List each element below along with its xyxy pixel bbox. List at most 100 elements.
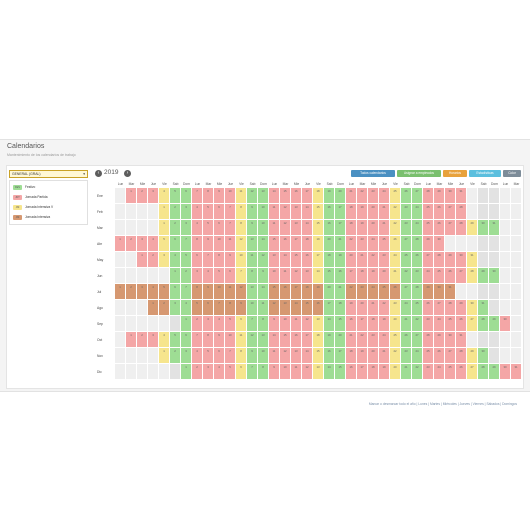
- calendar-day-cell[interactable]: 8: [203, 188, 214, 204]
- calendar-day-cell[interactable]: 6: [225, 268, 236, 284]
- calendar-day-cell[interactable]: 5: [170, 188, 181, 204]
- calendar-day-cell[interactable]: 19: [368, 268, 379, 284]
- calendar-day-cell[interactable]: 28: [445, 300, 456, 316]
- calendar-day-cell[interactable]: 3: [181, 204, 192, 220]
- calendar-day-cell[interactable]: 11: [269, 220, 280, 236]
- calendar-day-cell[interactable]: 18: [346, 348, 357, 364]
- calendar-day-cell[interactable]: 19: [357, 348, 368, 364]
- calendar-day-cell[interactable]: 13: [247, 284, 258, 300]
- calendar-day-cell[interactable]: 19: [335, 252, 346, 268]
- calendar-day-cell[interactable]: 16: [291, 188, 302, 204]
- calendar-day-cell[interactable]: 23: [423, 316, 434, 332]
- calendar-day-cell[interactable]: 21: [335, 236, 346, 252]
- calendar-day-cell[interactable]: 25: [412, 300, 423, 316]
- calendar-day-cell[interactable]: 3: [181, 220, 192, 236]
- calendar-day-cell[interactable]: 28: [478, 316, 489, 332]
- calendar-day-cell[interactable]: 23: [401, 220, 412, 236]
- calendar-day-cell[interactable]: 15: [324, 268, 335, 284]
- calendar-day-cell[interactable]: 27: [445, 220, 456, 236]
- calendar-day-cell[interactable]: 29: [434, 332, 445, 348]
- calendar-day-cell[interactable]: 24: [379, 332, 390, 348]
- calendar-day-cell[interactable]: 3: [148, 332, 159, 348]
- calendar-day-cell[interactable]: 6: [181, 188, 192, 204]
- calendar-day-cell[interactable]: 8: [225, 300, 236, 316]
- calendar-day-cell[interactable]: 13: [258, 188, 269, 204]
- calendar-day-cell[interactable]: 31: [456, 332, 467, 348]
- calendar-day-cell[interactable]: 31: [456, 188, 467, 204]
- calendar-day-cell[interactable]: 25: [434, 268, 445, 284]
- calendar-day-cell[interactable]: 11: [258, 300, 269, 316]
- calendar-day-cell[interactable]: 11: [269, 348, 280, 364]
- calendar-day-cell[interactable]: 12: [280, 348, 291, 364]
- calendar-day-cell[interactable]: 15: [280, 332, 291, 348]
- calendar-day-cell[interactable]: 24: [390, 252, 401, 268]
- calendar-day-cell[interactable]: 27: [412, 332, 423, 348]
- calendar-day-cell[interactable]: 29: [445, 252, 456, 268]
- calendar-day-cell[interactable]: 15: [313, 204, 324, 220]
- calendar-day-cell[interactable]: 22: [412, 316, 423, 332]
- calendar-day-cell[interactable]: 14: [269, 332, 280, 348]
- calendar-day-cell[interactable]: 2: [170, 348, 181, 364]
- calendar-day-cell[interactable]: 9: [214, 332, 225, 348]
- calendar-day-cell[interactable]: 7: [192, 188, 203, 204]
- calendar-day-cell[interactable]: 4: [170, 252, 181, 268]
- calendar-day-cell[interactable]: 12: [258, 252, 269, 268]
- calendar-day-cell[interactable]: 14: [324, 364, 335, 380]
- calendar-day-cell[interactable]: 13: [269, 252, 280, 268]
- calendar-day-cell[interactable]: 30: [478, 220, 489, 236]
- calendar-day-cell[interactable]: 28: [423, 332, 434, 348]
- calendar-day-cell[interactable]: 29: [489, 316, 500, 332]
- calendar-day-cell[interactable]: 13: [280, 300, 291, 316]
- calendar-day-cell[interactable]: 18: [346, 220, 357, 236]
- calendar-day-cell[interactable]: 16: [346, 316, 357, 332]
- calendar-day-cell[interactable]: 13: [291, 220, 302, 236]
- calendar-select[interactable]: GENERAL (GRAL) ▾: [9, 170, 88, 178]
- next-year-button[interactable]: ›: [124, 170, 131, 177]
- calendar-day-cell[interactable]: 4: [148, 236, 159, 252]
- calendar-day-cell[interactable]: 14: [313, 268, 324, 284]
- calendar-day-cell[interactable]: 27: [467, 316, 478, 332]
- calendar-day-cell[interactable]: 2: [192, 316, 203, 332]
- calendar-day-cell[interactable]: 29: [456, 300, 467, 316]
- calendar-day-cell[interactable]: 29: [423, 236, 434, 252]
- calendar-day-cell[interactable]: 24: [412, 220, 423, 236]
- calendar-day-cell[interactable]: 5: [214, 268, 225, 284]
- calendar-day-cell[interactable]: 20: [346, 252, 357, 268]
- calendar-day-cell[interactable]: 4: [181, 300, 192, 316]
- calendar-day-cell[interactable]: 28: [423, 188, 434, 204]
- calendar-day-cell[interactable]: 9: [258, 268, 269, 284]
- calendar-day-cell[interactable]: 8: [203, 332, 214, 348]
- calendar-day-cell[interactable]: 9: [236, 300, 247, 316]
- calendar-day-cell[interactable]: 13: [247, 236, 258, 252]
- calendar-day-cell[interactable]: 1: [137, 252, 148, 268]
- calendar-day-cell[interactable]: 27: [434, 300, 445, 316]
- calendar-day-cell[interactable]: 1: [126, 188, 137, 204]
- calendar-day-cell[interactable]: 6: [214, 204, 225, 220]
- calendar-day-cell[interactable]: 23: [357, 236, 368, 252]
- calendar-day-cell[interactable]: 25: [401, 252, 412, 268]
- calendar-day-cell[interactable]: 6: [236, 316, 247, 332]
- calendar-day-cell[interactable]: 4: [159, 188, 170, 204]
- calendar-day-cell[interactable]: 14: [291, 300, 302, 316]
- calendar-day-cell[interactable]: 8: [236, 348, 247, 364]
- calendar-day-cell[interactable]: 22: [357, 332, 368, 348]
- calendar-day-cell[interactable]: 17: [324, 300, 335, 316]
- calendar-day-cell[interactable]: 30: [500, 316, 511, 332]
- calendar-day-cell[interactable]: 16: [346, 364, 357, 380]
- calendar-day-cell[interactable]: 17: [357, 316, 368, 332]
- calendar-day-cell[interactable]: 16: [324, 220, 335, 236]
- calendar-day-cell[interactable]: 9: [203, 236, 214, 252]
- calendar-day-cell[interactable]: 18: [335, 300, 346, 316]
- calendar-day-cell[interactable]: 16: [324, 204, 335, 220]
- calendar-day-cell[interactable]: 20: [390, 364, 401, 380]
- calendar-day-cell[interactable]: 30: [467, 300, 478, 316]
- calendar-day-cell[interactable]: 11: [225, 284, 236, 300]
- calendar-day-cell[interactable]: 26: [434, 204, 445, 220]
- calendar-day-cell[interactable]: 20: [390, 316, 401, 332]
- calendar-day-cell[interactable]: 11: [236, 188, 247, 204]
- calendar-day-cell[interactable]: 15: [280, 188, 291, 204]
- calendar-day-cell[interactable]: 31: [478, 300, 489, 316]
- calendar-day-cell[interactable]: 31: [489, 220, 500, 236]
- calendar-day-cell[interactable]: 13: [313, 316, 324, 332]
- calendar-day-cell[interactable]: 9: [269, 364, 280, 380]
